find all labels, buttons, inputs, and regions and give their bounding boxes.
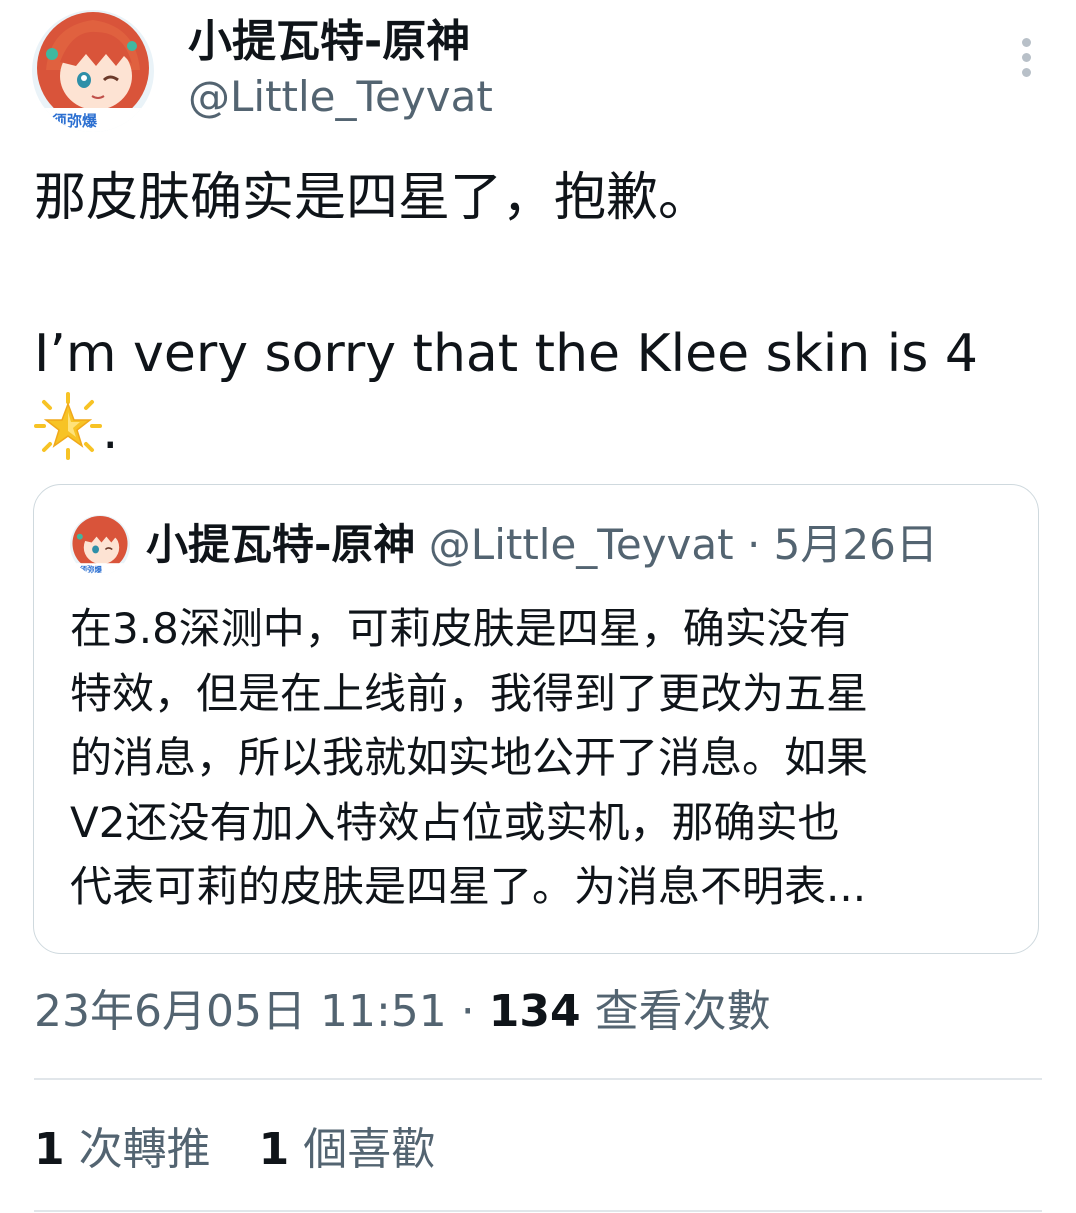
- tweet-text-zh: 那皮肤确实是四星了，抱歉。: [34, 168, 711, 228]
- glowing-star-icon: [34, 392, 102, 460]
- tweet-text: 那皮肤确实是四星了，抱歉。 I’m very sorry that the Kl…: [34, 160, 1034, 469]
- retweets-stat[interactable]: 1 次轉推: [34, 1120, 211, 1180]
- tweet-meta: 23年6月05日 11:51 · 134 查看次數: [34, 982, 771, 1042]
- avatar-image: 须弥爆: [32, 10, 154, 132]
- quoted-display-name: 小提瓦特-原神: [146, 520, 416, 569]
- tweet-detail: 须弥爆 小提瓦特-原神 @Little_Teyvat 那皮肤确实是四星了，抱歉。…: [0, 0, 1076, 1213]
- quoted-tweet[interactable]: 须弥爆 小提瓦特-原神 @Little_Teyvat · 5月26日 在3.8深…: [33, 484, 1039, 954]
- quoted-text-line: V2还没有加入特效占位或实机，那确实也: [70, 797, 840, 847]
- views-label: 查看次數: [594, 986, 771, 1037]
- views-count: 134: [488, 986, 581, 1037]
- tweet-text-en-end: .: [102, 401, 119, 461]
- author-avatar[interactable]: 须弥爆: [32, 10, 154, 132]
- divider: [34, 1210, 1042, 1212]
- quoted-avatar-banner-text: 须弥爆: [80, 565, 103, 574]
- quoted-author-avatar: 须弥爆: [70, 515, 130, 575]
- author-handle[interactable]: @Little_Teyvat: [188, 70, 493, 124]
- more-vertical-icon: [1022, 38, 1031, 47]
- quoted-text-line: 在3.8深测中，可莉皮肤是四星，确实没有: [70, 604, 851, 653]
- tweet-text-en: I’m very sorry that the Klee skin is 4 .: [34, 316, 1034, 469]
- quoted-date: 5月26日: [773, 520, 938, 569]
- author-names: 小提瓦特-原神 @Little_Teyvat: [188, 14, 493, 124]
- quoted-text-line: 代表可莉的皮肤是四星了。为消息不明表...: [70, 862, 867, 911]
- likes-stat[interactable]: 1 個喜歡: [259, 1120, 436, 1180]
- avatar-banner-text: 须弥爆: [52, 112, 98, 130]
- meta-separator: ·: [446, 986, 489, 1037]
- quoted-tweet-text: 在3.8深测中，可莉皮肤是四星，确实没有 特效，但是在上线前，我得到了更改为五星…: [70, 597, 1030, 920]
- more-vertical-icon-dot: [1022, 53, 1031, 62]
- author-display-name[interactable]: 小提瓦特-原神: [188, 14, 493, 70]
- retweets-count: 1: [34, 1124, 65, 1175]
- divider: [34, 1078, 1042, 1080]
- likes-label: 個喜歡: [303, 1124, 436, 1175]
- likes-count: 1: [258, 1124, 290, 1175]
- more-options-button[interactable]: [1012, 36, 1042, 80]
- engagement-stats: 1 次轉推 1 個喜歡: [34, 1120, 469, 1180]
- quoted-text-line: 的消息，所以我就如实地公开了消息。如果: [70, 733, 869, 782]
- tweet-text-en-main: I’m very sorry that the Klee skin is 4: [34, 324, 978, 384]
- quoted-text-line: 特效，但是在上线前，我得到了更改为五星: [70, 668, 869, 718]
- quoted-tweet-header: 小提瓦特-原神 @Little_Teyvat · 5月26日: [146, 517, 938, 573]
- quoted-separator: ·: [733, 520, 774, 569]
- quoted-handle: @Little_Teyvat: [428, 520, 734, 569]
- tweet-timestamp[interactable]: 23年6月05日 11:51: [34, 986, 447, 1037]
- tweet-header: 须弥爆 小提瓦特-原神 @Little_Teyvat: [32, 10, 1042, 135]
- retweets-label: 次轉推: [78, 1124, 211, 1175]
- more-vertical-icon-dot: [1022, 68, 1031, 77]
